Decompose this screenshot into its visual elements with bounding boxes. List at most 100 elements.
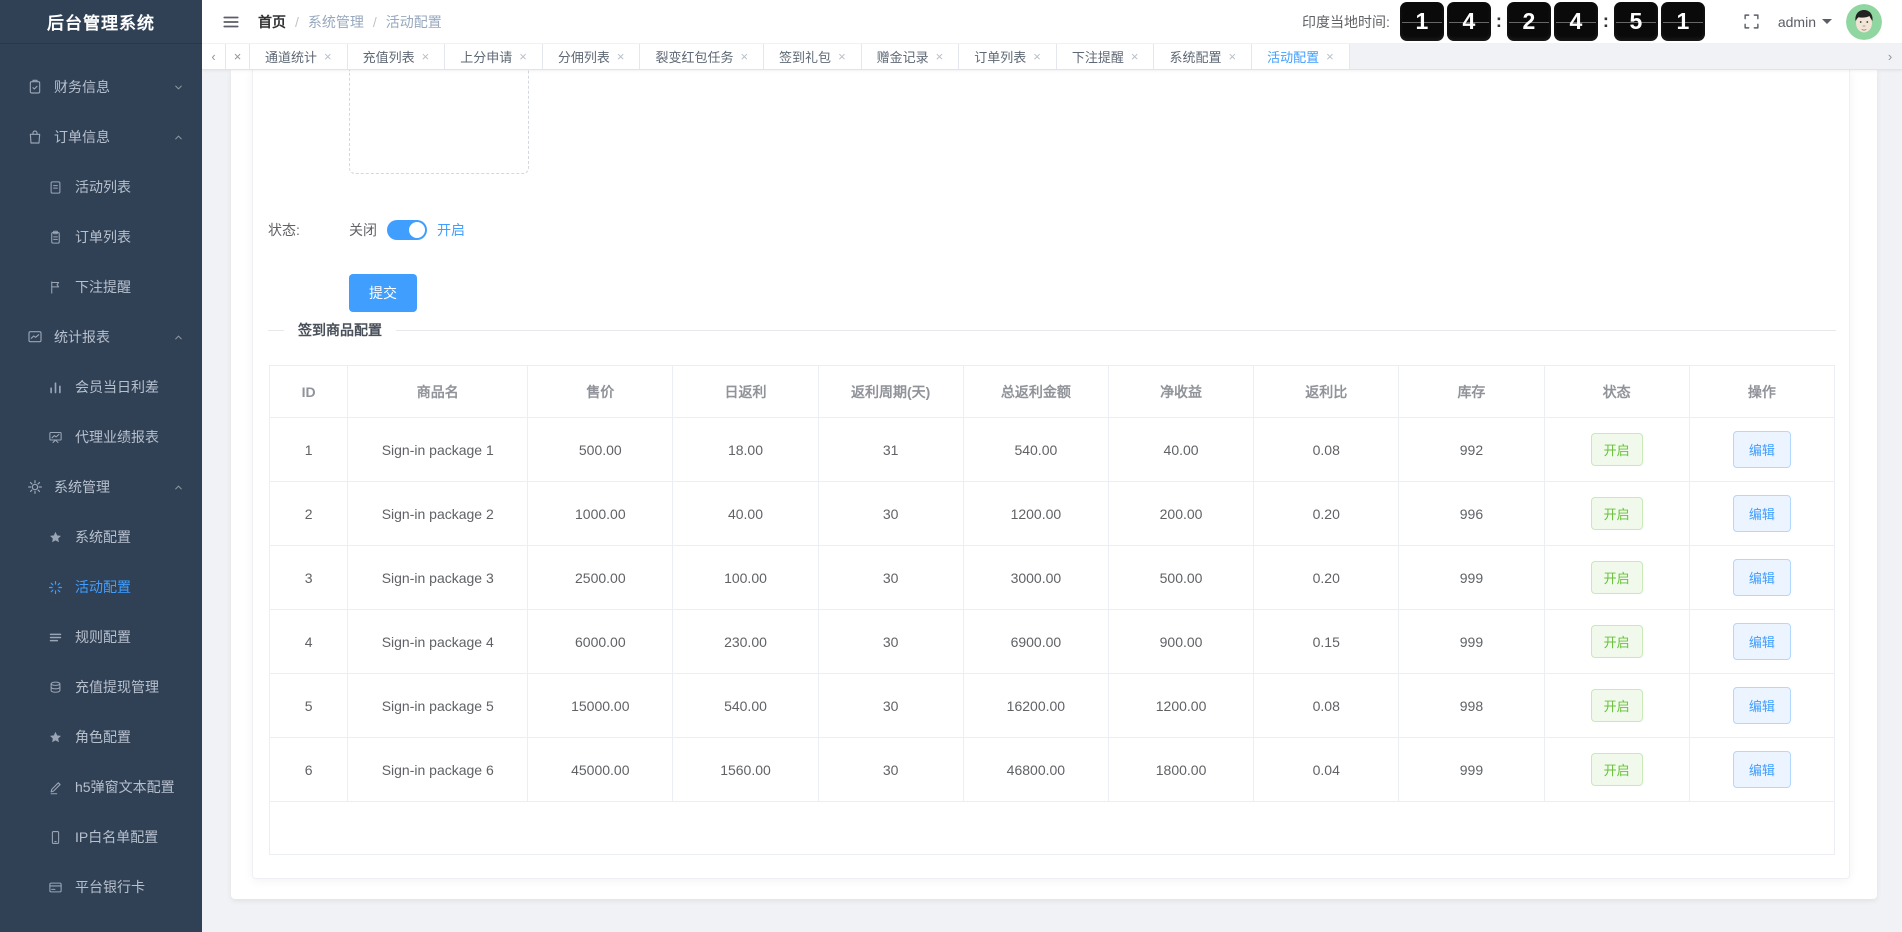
- tab-activity-config[interactable]: 活动配置 ×: [1252, 44, 1350, 69]
- table-header-row: ID 商品名 售价 日返利 返利周期(天) 总返利金额 净收益 返利比 库存 状…: [268, 365, 1836, 418]
- app-title: 后台管理系统: [0, 0, 202, 44]
- cell-total-rebate: 46800.00: [962, 737, 1109, 802]
- cell-name: Sign-in package 2: [347, 481, 529, 546]
- tab-signin-gift[interactable]: 签到礼包 ×: [764, 44, 862, 69]
- sidebar-item-label: IP白名单配置: [75, 829, 159, 845]
- sidebar-item-activity-list[interactable]: 活动列表: [0, 162, 202, 212]
- cell-price: 500.00: [527, 417, 674, 482]
- close-icon[interactable]: ×: [1131, 50, 1139, 63]
- tab-bonus-records[interactable]: 赠金记录 ×: [861, 44, 960, 69]
- list-icon: [48, 629, 64, 645]
- close-icon[interactable]: ×: [740, 50, 748, 63]
- column-header: 净收益: [1107, 365, 1255, 418]
- status-toggle[interactable]: [387, 220, 427, 240]
- sidebar-group-label: 统计报表: [54, 329, 110, 345]
- flag-icon: [48, 279, 64, 295]
- close-icon[interactable]: ×: [1033, 50, 1041, 63]
- edit-button[interactable]: 编辑: [1732, 431, 1791, 468]
- tab-red-packet-task[interactable]: 裂变红包任务 ×: [640, 44, 765, 69]
- sidebar-item-label: 规则配置: [75, 629, 131, 645]
- clock-digit: 5: [1613, 2, 1658, 41]
- edit-button[interactable]: 编辑: [1732, 751, 1791, 788]
- status-badge: 开启: [1590, 433, 1643, 466]
- clock-digit: 4: [1553, 2, 1598, 41]
- close-icon[interactable]: ×: [422, 50, 430, 63]
- tabs-close-all-button[interactable]: ×: [226, 44, 250, 69]
- edit-button[interactable]: 编辑: [1732, 495, 1791, 532]
- sidebar-item-order-list[interactable]: 订单列表: [0, 212, 202, 262]
- tab-system-config[interactable]: 系统配置 ×: [1154, 44, 1253, 69]
- cell-daily-rebate: 18.00: [672, 417, 819, 482]
- sidebar-group-system[interactable]: 系统管理: [0, 462, 202, 512]
- cell-daily-rebate: 230.00: [672, 609, 819, 674]
- close-icon[interactable]: ×: [324, 50, 332, 63]
- close-icon[interactable]: ×: [617, 50, 625, 63]
- caret-down-icon: [1822, 19, 1832, 24]
- sidebar-item-label: 活动列表: [75, 179, 131, 195]
- sidebar-item-label: 会员当日利差: [75, 379, 159, 395]
- close-icon[interactable]: ×: [1229, 50, 1237, 63]
- tabs-scroll-right-button[interactable]: ›: [1878, 44, 1902, 68]
- sidebar-item-activity-config[interactable]: 活动配置: [0, 562, 202, 612]
- sidebar-item-role-config[interactable]: 角色配置: [0, 712, 202, 762]
- sidebar-group-orders[interactable]: 订单信息: [0, 112, 202, 162]
- section-title: 签到商品配置: [298, 322, 382, 338]
- table-row: 4 Sign-in package 4 6000.00 230.00 30 69…: [268, 609, 1836, 674]
- avatar[interactable]: [1846, 3, 1882, 40]
- sidebar-item-label: h5弹窗文本配置: [75, 779, 175, 795]
- breadcrumb-system[interactable]: 系统管理: [308, 12, 364, 32]
- tab-bet-reminder[interactable]: 下注提醒 ×: [1056, 44, 1155, 69]
- close-icon[interactable]: ×: [838, 50, 846, 63]
- edit-button[interactable]: 编辑: [1732, 687, 1791, 724]
- fullscreen-icon[interactable]: [1743, 13, 1760, 30]
- sidebar-group-reports[interactable]: 统计报表: [0, 312, 202, 362]
- column-header: ID: [268, 365, 349, 418]
- sidebar-item-rules-config[interactable]: 规则配置: [0, 612, 202, 662]
- cell-rebate-ratio: 0.08: [1253, 673, 1400, 738]
- tabs-scroll-left-button[interactable]: ‹: [202, 44, 226, 69]
- sidebar-item-recharge-withdraw[interactable]: 充值提现管理: [0, 662, 202, 712]
- submit-button[interactable]: 提交: [349, 274, 417, 312]
- cell-name: Sign-in package 6: [347, 737, 529, 802]
- sidebar-item-member-daily-spread[interactable]: 会员当日利差: [0, 362, 202, 412]
- edit-button[interactable]: 编辑: [1732, 623, 1791, 660]
- sidebar-item-h5-popup-text[interactable]: h5弹窗文本配置: [0, 762, 202, 812]
- cell-net-income: 200.00: [1107, 481, 1255, 546]
- cell-rebate-ratio: 0.20: [1253, 481, 1400, 546]
- sidebar-item-label: 代理业绩报表: [75, 429, 159, 445]
- breadcrumb-separator: /: [372, 13, 377, 30]
- content-panel: 状态: 关闭 开启 提交 签到商品配置 ID 商品名 售价 日返利 返利周期(天…: [231, 70, 1877, 899]
- tab-channel-stats[interactable]: 通道统计 ×: [250, 44, 348, 69]
- cell-period: 30: [817, 673, 964, 738]
- close-icon[interactable]: ×: [936, 50, 944, 63]
- table-row: 6 Sign-in package 6 45000.00 1560.00 30 …: [268, 737, 1836, 802]
- sidebar-item-label: 活动配置: [75, 579, 131, 595]
- tab-score-request[interactable]: 上分申请 ×: [445, 44, 543, 69]
- breadcrumb-home[interactable]: 首页: [258, 12, 286, 32]
- user-menu[interactable]: admin: [1778, 14, 1832, 30]
- toggle-on-label: 开启: [437, 222, 465, 238]
- image-upload-box[interactable]: [349, 70, 529, 174]
- database-icon: [48, 679, 64, 695]
- sidebar-item-ip-whitelist[interactable]: IP白名单配置: [0, 812, 202, 862]
- status-badge: 开启: [1590, 561, 1643, 594]
- menu-fold-icon[interactable]: [222, 13, 240, 31]
- sidebar-item-platform-bank-card[interactable]: 平台银行卡: [0, 862, 202, 912]
- tab-recharge-list[interactable]: 充值列表 ×: [347, 44, 446, 69]
- sidebar-group-finance[interactable]: 财务信息: [0, 62, 202, 112]
- cell-stock: 999: [1398, 545, 1545, 610]
- close-icon[interactable]: ×: [519, 50, 527, 63]
- cell-daily-rebate: 540.00: [672, 673, 819, 738]
- sidebar-item-system-config[interactable]: 系统配置: [0, 512, 202, 562]
- close-icon[interactable]: ×: [1326, 50, 1334, 63]
- tab-order-list[interactable]: 订单列表 ×: [959, 44, 1057, 69]
- cell-id: 2: [268, 481, 349, 546]
- sidebar-item-label: 系统配置: [75, 529, 131, 545]
- cell-rebate-ratio: 0.04: [1253, 737, 1400, 802]
- sidebar-item-label: 角色配置: [75, 729, 131, 745]
- sidebar-item-bet-reminder[interactable]: 下注提醒: [0, 262, 202, 312]
- sidebar-item-agent-performance[interactable]: 代理业绩报表: [0, 412, 202, 462]
- tab-commission-list[interactable]: 分佣列表 ×: [542, 44, 641, 69]
- sidebar-item-label: 平台银行卡: [75, 879, 145, 895]
- edit-button[interactable]: 编辑: [1732, 559, 1791, 596]
